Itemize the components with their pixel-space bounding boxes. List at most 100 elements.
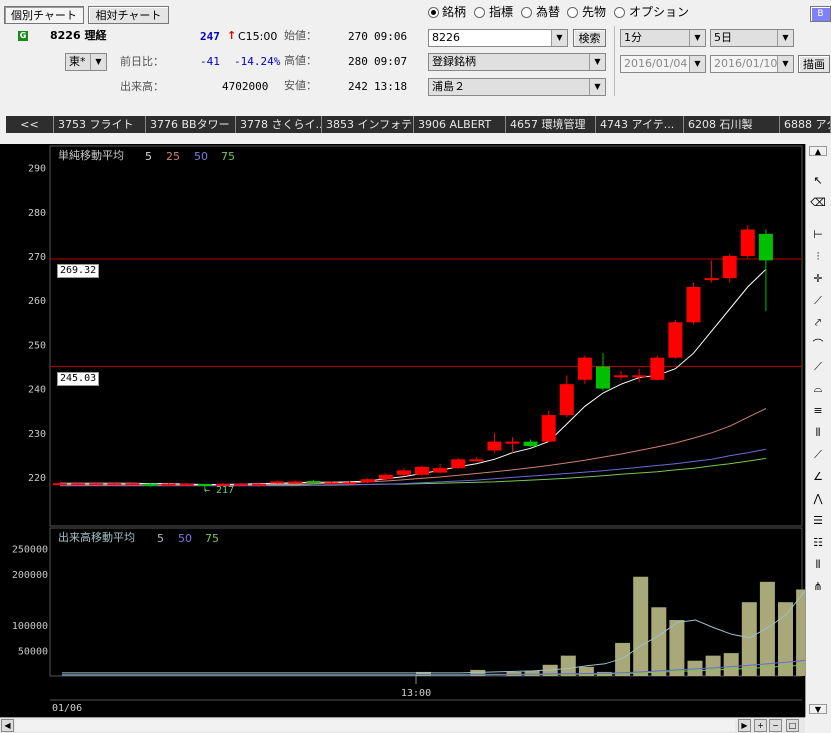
pitchfork-tool-icon[interactable]: ⋔ [809,578,827,595]
price-tick-label: 220 [28,473,46,484]
hline-tool-icon[interactable]: ⊢ [809,226,827,243]
fib-arc-tool-icon[interactable]: ⌓ [809,380,827,397]
vol-ma75-label: 75 [205,532,219,545]
volume-panel-title: 出来高移動平均 [58,531,135,544]
candle-body [143,483,158,486]
header-divider [614,26,615,96]
arc-tool-icon[interactable]: ⌒ [809,336,827,353]
vol-ma5-label: 5 [157,532,164,545]
period-select[interactable]: 5日 ▼ [710,29,794,47]
stock-tab-3778[interactable]: 3778 さくらイ... [236,116,322,133]
ma50-line [60,448,766,487]
candle-body [252,483,267,486]
three-line-tool-icon[interactable]: ☰ [809,512,827,529]
gann-tool-icon[interactable]: ∠ [809,468,827,485]
radio-fx[interactable] [521,7,532,18]
stock-tab-3753[interactable]: 3753 フライト [54,116,146,133]
stock-tab-3853[interactable]: 3853 インフォテリ [322,116,414,133]
price-tick-label: 280 [28,208,46,219]
cycle-tool-icon[interactable]: ⦀ [809,556,827,573]
stock-tab-bar: << 3753 フライト 3776 BBタワー 3778 さくらイ... 385… [6,116,831,133]
stock-tab-6208[interactable]: 6208 石川製 [684,116,780,133]
exchange-select[interactable]: 東* ▼ [65,53,107,71]
candle-body [668,322,683,358]
list-value: 浦島２ [432,80,465,93]
code-input[interactable]: 8226 ▼ [428,29,568,47]
radio-options[interactable] [614,7,625,18]
code-input-value: 8226 [432,31,460,44]
stock-tab-6888[interactable]: 6888 アク [780,116,831,133]
candle-body [487,441,502,451]
interval-select[interactable]: 1分 ▼ [620,29,706,47]
candle-body [415,466,429,475]
candle-body [596,366,610,389]
eraser-icon[interactable]: ⌫ [809,194,827,211]
registered-select[interactable]: 登録銘柄 ▼ [428,53,606,71]
line-tool-icon[interactable]: ⟋ [809,446,827,463]
low-value: 242 [348,80,368,93]
vline-tool-icon[interactable]: ⫶ [809,248,827,265]
volume-bar [759,581,775,676]
radio-stock[interactable] [428,7,439,18]
four-line-tool-icon[interactable]: ☷ [809,534,827,551]
fan-tool-icon[interactable]: ⤤ [809,314,827,331]
radio-index[interactable] [474,7,485,18]
tab-individual-chart[interactable]: 個別チャート [4,6,84,24]
trendline-tool-icon[interactable]: ⟋ [809,292,827,309]
zoom-in-icon[interactable]: + [754,719,767,732]
tab-relative-chart[interactable]: 相対チャート [88,6,169,24]
search-button[interactable]: 検索 [573,29,606,47]
chart-area[interactable]: 220 230 240 250 260 270 280 290 50000 100000 20000… [0,144,805,717]
candle-body [559,384,574,416]
change-percent: -14.24% [234,55,281,68]
candle-body [451,459,466,469]
date-to-select[interactable]: 2016/01/10 ▼ [710,55,794,73]
ma75-line [60,457,766,486]
open-label: 始値： [284,29,317,42]
draw-button[interactable]: 描画 [798,55,830,73]
candle-body [614,375,629,378]
candle-body [740,229,755,256]
price-tick-label: 290 [28,164,46,175]
volume-tick-label: 100000 [12,621,48,632]
list-select[interactable]: 浦島２ ▼ [428,78,606,96]
volume-bar [633,576,649,676]
stock-tab-3776[interactable]: 3776 BBタワー [146,116,236,133]
volume-panel-frame [49,527,803,677]
price-up-arrow-icon: ↑ [227,29,237,42]
ma25-label: 25 [166,150,180,163]
horizontal-scrollbar[interactable]: ◀ ▶ + − □ [0,717,805,733]
scroll-left-icon[interactable]: ◀ [1,719,14,732]
candle-body [577,357,592,380]
time-axis-tick: 13:00 [401,688,432,699]
vol-ma50-label: 50 [178,532,192,545]
stock-tab-4743[interactable]: 4743 アイテ... [596,116,684,133]
candle-body [541,415,556,442]
scroll-down-icon[interactable]: ▼ [809,704,827,714]
cross-tool-icon[interactable]: ✛ [809,270,827,287]
low-time: 13:18 [374,80,408,93]
radio-futures[interactable] [567,7,578,18]
corner-b-button[interactable]: B [810,6,831,22]
volume-bar [796,589,805,676]
date-from-select[interactable]: 2016/01/04 ▼ [620,55,706,73]
volume-bar [778,602,793,676]
current-price: 247 [200,30,220,43]
candle-body [469,459,484,462]
fib-fan-tool-icon[interactable]: ⟋ [809,358,827,375]
cursor-icon[interactable]: ↖ [809,172,827,189]
scroll-right-icon[interactable]: ▶ [738,719,751,732]
fib-retracement-tool-icon[interactable]: ≡ [809,402,827,419]
fib-timezone-tool-icon[interactable]: ⦀ [809,424,827,441]
volume-bar [615,642,631,676]
chevron-down-icon: ▼ [90,54,106,70]
scroll-up-icon[interactable]: ▲ [809,146,827,156]
zoom-fit-icon[interactable]: □ [786,719,799,732]
stock-tab-4657[interactable]: 4657 環境管理 [506,116,596,133]
zigzag-tool-icon[interactable]: ⋀ [809,490,827,507]
scroll-track[interactable] [15,720,735,731]
zoom-out-icon[interactable]: − [769,719,782,732]
volume-label: 出来高： [120,80,164,93]
stock-tab-3906[interactable]: 3906 ALBERT [414,116,506,133]
tab-scroll-left[interactable]: << [6,116,54,133]
